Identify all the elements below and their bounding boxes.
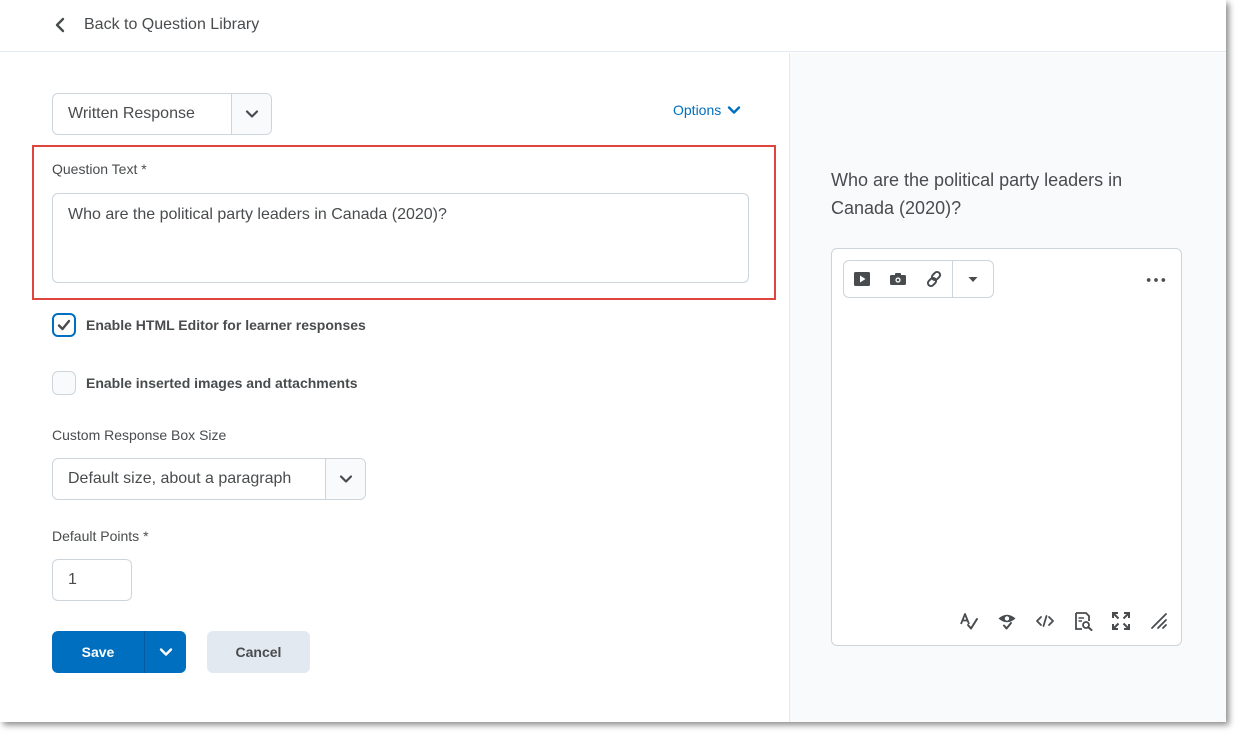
insert-link-icon <box>926 270 942 288</box>
save-split-button: Save <box>52 631 186 673</box>
chevron-down-icon <box>339 475 352 483</box>
insert-link-button[interactable] <box>916 261 952 297</box>
question-type-value: Written Response <box>68 105 195 122</box>
accessibility-check-button[interactable] <box>995 609 1019 633</box>
chevron-left-icon <box>55 17 65 33</box>
spellcheck-icon <box>960 613 978 630</box>
accessibility-check-icon <box>998 614 1016 630</box>
response-html-editor[interactable] <box>831 248 1182 646</box>
resize-handle[interactable] <box>1147 609 1171 633</box>
question-type-select[interactable]: Written Response <box>52 93 272 135</box>
response-size-select[interactable]: Default size, about a paragraph <box>52 458 366 500</box>
question-text-label-text: Question Text <box>52 161 138 177</box>
enable-html-editor-option[interactable]: Enable HTML Editor for learner responses <box>52 313 366 337</box>
default-points-label: Default Points * <box>52 528 149 544</box>
spellcheck-button[interactable] <box>957 609 981 633</box>
chevron-down-icon <box>159 648 172 656</box>
more-icon <box>1146 278 1166 282</box>
top-bar: Back to Question Library <box>0 0 1226 52</box>
question-text-label: Question Text * <box>52 161 147 177</box>
enable-images-checkbox[interactable] <box>52 371 76 395</box>
preview-pane: Who are the political party leaders in C… <box>789 53 1226 722</box>
source-code-button[interactable] <box>1033 609 1057 633</box>
more-actions-button[interactable] <box>1141 265 1171 295</box>
chevron-down-icon <box>245 110 258 118</box>
insert-stuff-icon <box>854 272 870 286</box>
fullscreen-button[interactable] <box>1109 609 1133 633</box>
resize-icon <box>1151 613 1167 629</box>
question-text-input[interactable]: Who are the political party leaders in C… <box>52 193 749 283</box>
response-size-toggle[interactable] <box>325 459 365 499</box>
required-marker: * <box>141 161 147 177</box>
preview-question-text: Who are the political party leaders in C… <box>831 170 1123 218</box>
enable-html-editor-label: Enable HTML Editor for learner responses <box>86 317 366 333</box>
question-editor-pane: Written Response Options Question Text *… <box>0 53 789 722</box>
default-points-input[interactable]: 1 <box>52 559 132 601</box>
caret-down-icon <box>968 277 978 282</box>
enable-html-editor-checkbox[interactable] <box>52 313 76 337</box>
source-code-icon <box>1036 615 1054 627</box>
chevron-down-icon <box>728 106 741 114</box>
options-label: Options <box>673 102 722 118</box>
fullscreen-icon <box>1112 612 1130 630</box>
insert-image-button[interactable] <box>880 261 916 297</box>
toolbar-dropdown-button[interactable] <box>953 261 993 297</box>
checkmark-icon <box>57 319 71 331</box>
default-points-label-text: Default Points <box>52 528 140 544</box>
back-link-label: Back to Question Library <box>84 16 260 33</box>
question-type-toggle[interactable] <box>231 94 271 134</box>
response-size-label: Custom Response Box Size <box>52 427 227 443</box>
enable-images-label: Enable inserted images and attachments <box>86 375 358 391</box>
back-to-library-link[interactable]: Back to Question Library <box>52 14 259 36</box>
insert-image-icon <box>890 273 906 285</box>
insert-stuff-button[interactable] <box>844 261 880 297</box>
save-button[interactable]: Save <box>52 631 144 673</box>
preview-button[interactable] <box>1071 609 1095 633</box>
app-window: Back to Question Library Written Respons… <box>0 0 1226 722</box>
options-dropdown[interactable]: Options <box>673 102 741 118</box>
save-options-button[interactable] <box>144 631 186 673</box>
enable-images-option[interactable]: Enable inserted images and attachments <box>52 371 358 395</box>
preview-icon <box>1075 612 1093 631</box>
editor-toolbar <box>843 260 994 298</box>
required-marker: * <box>143 528 149 544</box>
cancel-button[interactable]: Cancel <box>207 631 310 673</box>
editor-status-tools <box>957 609 1171 633</box>
response-size-value: Default size, about a paragraph <box>68 470 292 487</box>
